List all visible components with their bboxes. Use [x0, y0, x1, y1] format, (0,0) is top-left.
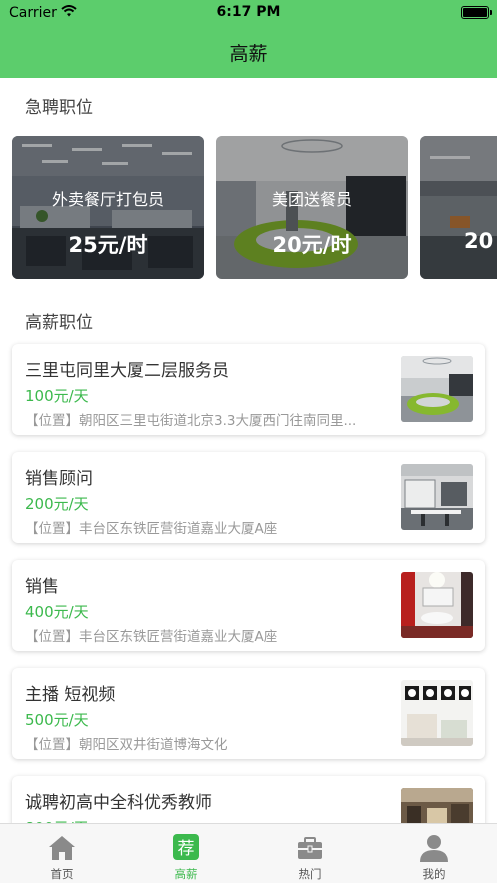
- job-location: 【位置】丰台区东铁匠营街道嘉业大厦A座: [25, 521, 278, 537]
- tab-home[interactable]: 首页: [0, 824, 124, 883]
- tab-highpay-label: 高薪: [174, 867, 198, 881]
- job-salary: 100元/天: [25, 387, 89, 405]
- urgent-job-card[interactable]: 20: [420, 136, 497, 279]
- job-list-item[interactable]: 三里屯同里大厦二层服务员 100元/天 【位置】朝阳区三里屯街道北京3.3大厦西…: [12, 344, 485, 435]
- page-title: 高薪: [229, 43, 268, 65]
- svg-text:荐: 荐: [178, 839, 195, 859]
- urgent-section-title: 急聘职位: [25, 98, 93, 118]
- job-thumbnail: [401, 464, 473, 530]
- urgent-job-card[interactable]: 美团送餐员 20元/时: [216, 136, 408, 279]
- job-salary: 500元/天: [25, 711, 89, 729]
- job-thumbnail: [401, 572, 473, 638]
- tab-highpay[interactable]: 荐 高薪: [124, 824, 248, 883]
- urgent-job-title: 外卖餐厅打包员: [51, 190, 164, 209]
- recommend-icon: 荐: [173, 834, 199, 860]
- urgent-jobs-carousel[interactable]: 外卖餐厅打包员 25元/时 美团送餐员 20元/时 20: [0, 136, 497, 279]
- tab-home-label: 首页: [50, 867, 74, 881]
- home-icon: [49, 836, 75, 860]
- urgent-job-pay: 25元/时: [68, 233, 148, 257]
- urgent-job-pay: 20元/时: [272, 233, 352, 257]
- job-salary: 200元/天: [25, 495, 89, 513]
- nav-bar: 高薪: [0, 26, 497, 78]
- job-location: 【位置】朝阳区双井街道博海文化: [25, 737, 228, 753]
- job-salary: 400元/天: [25, 603, 89, 621]
- tab-hot-label: 热门: [298, 867, 322, 881]
- urgent-job-pay: 20: [464, 229, 494, 253]
- job-title: 销售: [25, 577, 59, 597]
- briefcase-icon: [298, 837, 322, 859]
- job-thumbnail: [401, 356, 473, 422]
- job-thumbnail: [401, 680, 473, 746]
- job-title: 三里屯同里大厦二层服务员: [25, 361, 229, 381]
- job-location: 【位置】朝阳区三里屯街道北京3.3大厦西门往南同里...: [25, 413, 357, 429]
- user-icon: [420, 835, 448, 862]
- job-list-item[interactable]: 销售顾问 200元/天 【位置】丰台区东铁匠营街道嘉业大厦A座: [12, 452, 485, 543]
- status-bar: Carrier 6:17 PM: [0, 0, 497, 26]
- job-title: 主播 短视频: [25, 685, 116, 705]
- tab-bar: 首页 荐 高薪 热门 我的: [0, 823, 497, 883]
- urgent-job-title: 美团送餐员: [271, 190, 352, 209]
- tab-mine[interactable]: 我的: [372, 824, 496, 883]
- app-screen: Carrier 6:17 PM 高薪 急聘职位 外卖餐厅打包员 25元/时 美团…: [0, 0, 497, 883]
- battery-icon: [461, 6, 492, 19]
- tab-hot[interactable]: 热门: [248, 824, 372, 883]
- job-title: 诚聘初高中全科优秀教师: [25, 793, 212, 813]
- job-list-item[interactable]: 销售 400元/天 【位置】丰台区东铁匠营街道嘉业大厦A座: [12, 560, 485, 651]
- job-list-item[interactable]: 主播 短视频 500元/天 【位置】朝阳区双井街道博海文化: [12, 668, 485, 759]
- job-location: 【位置】丰台区东铁匠营街道嘉业大厦A座: [25, 629, 278, 645]
- highpay-section-title: 高薪职位: [25, 313, 93, 333]
- urgent-job-card[interactable]: 外卖餐厅打包员 25元/时: [12, 136, 204, 279]
- clock-time: 6:17 PM: [216, 4, 281, 20]
- job-title: 销售顾问: [25, 469, 93, 489]
- tab-mine-label: 我的: [422, 867, 446, 881]
